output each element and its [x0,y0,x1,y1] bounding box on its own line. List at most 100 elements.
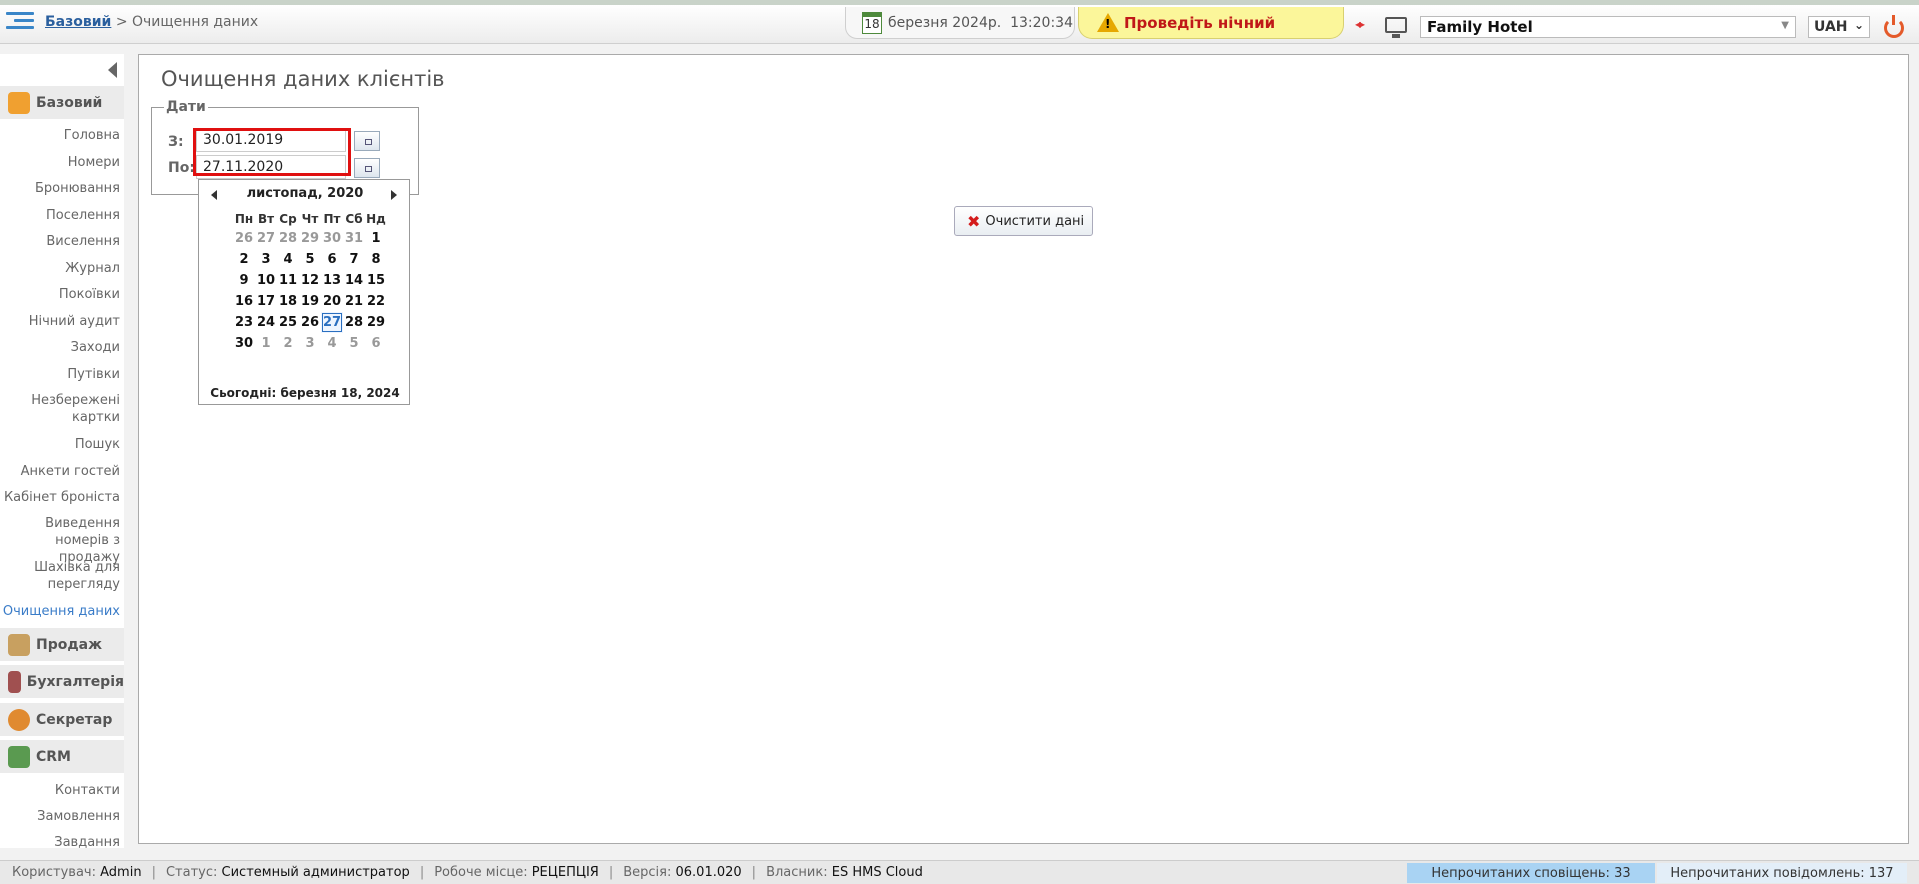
hotel-select-value: Family Hotel [1427,18,1533,36]
calendar-day[interactable]: 6 [321,249,343,270]
weekday-header: Пн [234,212,254,226]
calendar-day[interactable]: 22 [365,291,387,312]
top-bar: Базовий > Очищення даних 18 березня 2024… [0,0,1919,44]
calendar-day[interactable]: 12 [299,270,321,291]
date-time-box: 18 березня 2024р. 13:20:34 [845,7,1075,39]
sidebar-section-accounting[interactable]: Бухгалтерія [0,665,124,698]
calendar-day[interactable]: 1 [255,333,277,354]
sidebar-item-vouchers[interactable]: Путівки [0,366,120,383]
workplace-label: Робоче місце: [434,865,528,880]
calendar-day[interactable]: 18 [277,291,299,312]
hotel-select[interactable]: Family Hotel ▼ [1420,16,1796,38]
calendar-day[interactable]: 4 [277,249,299,270]
calendar-day[interactable]: 1 [365,228,387,249]
calendar-day[interactable]: 26 [233,228,255,249]
arrows-icon[interactable]: ◂▸ [1355,17,1365,31]
weekday-header: Сб [345,212,363,226]
calendar-day[interactable]: 11 [277,270,299,291]
sidebar-section-secretary[interactable]: Секретар [0,703,124,736]
power-icon[interactable] [1884,15,1904,38]
to-date-input[interactable] [196,155,346,179]
calendar-day[interactable]: 3 [299,333,321,354]
calendar-day[interactable]: 27 [321,312,343,333]
sidebar-item-tasks[interactable]: Завдання [0,834,120,848]
sidebar-item-checkin[interactable]: Поселення [0,207,120,224]
calendar-day[interactable]: 10 [255,270,277,291]
sidebar-section-label: Бухгалтерія [26,673,124,690]
status-label: Статус: [165,865,218,880]
calendar-day[interactable]: 2 [277,333,299,354]
sidebar-section-base[interactable]: Базовий [0,86,124,119]
calendar-day[interactable]: 17 [255,291,277,312]
calendar-day[interactable]: 30 [233,333,255,354]
calendar-day[interactable]: 14 [343,270,365,291]
from-date-input[interactable] [196,128,346,152]
sidebar-item-unsaved-cards[interactable]: Незбережені картки [0,392,120,426]
breadcrumb-separator: > [115,14,128,30]
sidebar-section-sales[interactable]: Продаж [0,628,124,661]
from-calendar-button[interactable] [354,131,380,151]
calendar-day[interactable]: 8 [365,249,387,270]
calendar-day[interactable]: 4 [321,333,343,354]
sidebar-item-night-audit[interactable]: Нічний аудит [0,313,120,330]
sidebar-section-crm[interactable]: CRM [0,740,124,773]
calendar-day[interactable]: 23 [233,312,255,333]
user-value: Admin [100,865,142,880]
calendar-day[interactable]: 30 [321,228,343,249]
sidebar-item-home[interactable]: Головна [0,127,120,144]
sidebar-item-booker-cabinet[interactable]: Кабінет броніста [0,489,120,506]
calendar-day[interactable]: 24 [255,312,277,333]
calendar-day[interactable]: 27 [255,228,277,249]
calendar-day[interactable]: 21 [343,291,365,312]
calendar-day[interactable]: 28 [277,228,299,249]
calendar-day[interactable]: 28 [343,312,365,333]
sidebar-item-search[interactable]: Пошук [0,436,120,453]
sidebar-item-contacts[interactable]: Контакти [0,782,120,799]
night-audit-alert[interactable]: Проведіть нічний [1078,7,1344,39]
sidebar-item-housekeeping[interactable]: Покоївки [0,286,120,303]
sidebar-item-data-cleanup[interactable]: Очищення даних [0,603,120,620]
sidebar-item-checkout[interactable]: Виселення [0,233,120,250]
sidebar-item-chessboard[interactable]: Шахівка для перегляду [0,559,120,593]
next-month-icon[interactable] [391,190,397,200]
to-calendar-button[interactable] [354,158,380,178]
sidebar-item-booking[interactable]: Бронювання [0,180,120,197]
calendar-day[interactable]: 16 [233,291,255,312]
sidebar-item-orders[interactable]: Замовлення [0,808,120,825]
collapse-sidebar-icon[interactable] [108,62,117,78]
sidebar-item-rooms[interactable]: Номери [0,154,120,171]
calendar-day[interactable]: 3 [255,249,277,270]
calendar-day[interactable]: 5 [299,249,321,270]
calendar-day[interactable]: 25 [277,312,299,333]
weekday-header: Чт [301,212,319,226]
calendar-day[interactable]: 7 [343,249,365,270]
calendar-day[interactable]: 29 [365,312,387,333]
breadcrumb-root-link[interactable]: Базовий [45,14,111,30]
current-date: березня 2024р. [888,14,1002,31]
calendar-day[interactable]: 31 [343,228,365,249]
calendar-today-link[interactable]: Сьогодні: березня 18, 2024 [199,386,411,400]
monitor-icon[interactable] [1385,17,1407,38]
clear-data-button[interactable]: ✖ Очистити дані [954,206,1093,236]
calendar-day[interactable]: 20 [321,291,343,312]
currency-select[interactable]: UAH ⌄ [1808,16,1870,38]
unread-notifications[interactable]: Непрочитаних сповіщень: 33 [1407,863,1655,883]
sidebar-section-label: Секретар [36,711,113,728]
calendar-day[interactable]: 2 [233,249,255,270]
secretary-icon [8,708,30,731]
unread-messages[interactable]: Непрочитаних повідомлень: 137 [1657,863,1907,883]
calendar-day[interactable]: 13 [321,270,343,291]
sidebar-item-guest-forms[interactable]: Анкети гостей [0,463,120,480]
sidebar-item-events[interactable]: Заходи [0,339,120,356]
calendar-day[interactable]: 9 [233,270,255,291]
calendar-day[interactable]: 26 [299,312,321,333]
calendar-day[interactable]: 5 [343,333,365,354]
calendar-day[interactable]: 29 [299,228,321,249]
calendar-day[interactable]: 19 [299,291,321,312]
sidebar-item-journal[interactable]: Журнал [0,260,120,277]
sales-icon [8,633,30,656]
calendar-popup: листопад, 2020 Пн Вт Ср Чт Пт Сб Нд 26 27 28 29 30… [198,179,410,405]
menu-icon[interactable] [6,12,34,36]
calendar-day[interactable]: 6 [365,333,387,354]
calendar-day[interactable]: 15 [365,270,387,291]
